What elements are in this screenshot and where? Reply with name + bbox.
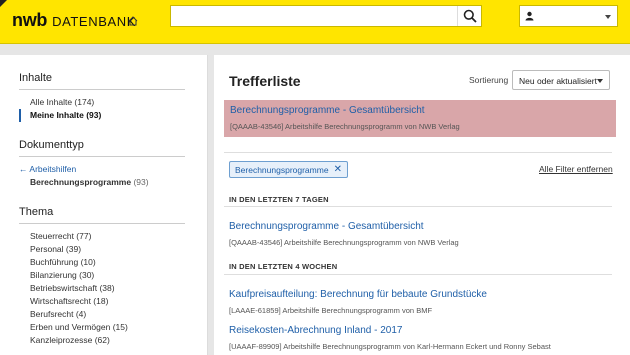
search-box	[170, 5, 482, 27]
result-title-link[interactable]: Reisekosten-Abrechnung Inland - 2017	[229, 325, 609, 336]
result-title-link[interactable]: Berechnungsprogramme - Gesamtübersicht	[229, 221, 609, 232]
search-button[interactable]	[457, 6, 481, 26]
divider	[224, 206, 612, 207]
chevron-down-icon	[597, 79, 603, 83]
search-input[interactable]	[171, 6, 457, 26]
list-item: Berechnungsprogramme - Gesamtübersicht […	[229, 221, 609, 247]
result-meta: [UAAAF-89909] Arbeitshilfe Berechnungspr…	[229, 342, 551, 351]
result-meta: [LAAAE-61859] Arbeitshilfe Berechnungspr…	[229, 306, 433, 315]
logo-main-text: nwb	[12, 10, 48, 30]
user-menu-button[interactable]	[519, 5, 618, 27]
thema-section: Thema Steuerrecht (77) Personal (39) Buc…	[0, 189, 207, 347]
list-item: Kaufpreisaufteilung: Berechnung für beba…	[229, 289, 609, 315]
dokumenttyp-list: ← Arbeitshilfen Berechnungsprogramme (93…	[19, 157, 195, 189]
list-item: Reisekosten-Abrechnung Inland - 2017 [UA…	[229, 325, 609, 351]
filter-sidebar: Inhalte Alle Inhalte (174) Meine Inhalte…	[0, 55, 208, 355]
thema-title: Thema	[19, 189, 185, 224]
results-panel: Trefferliste Sortierung Neu oder aktuali…	[214, 55, 630, 355]
section-heading: IN DEN LETZTEN 4 WOCHEN	[229, 262, 338, 271]
sidebar-item-thema[interactable]: Betriebswirtschaft (38)	[19, 282, 195, 295]
clear-filters-link[interactable]: Alle Filter entfernen	[539, 164, 613, 174]
result-title-link[interactable]: Berechnungsprogramme - Gesamtübersicht	[230, 105, 610, 116]
sidebar-item-thema[interactable]: Berufsrecht (4)	[19, 308, 195, 321]
featured-result: Berechnungsprogramme - Gesamtübersicht […	[224, 100, 616, 137]
sort-value: Neu oder aktualisiert	[519, 76, 597, 86]
dokumenttyp-title: Dokumenttyp	[19, 122, 185, 157]
sidebar-item-thema[interactable]: Wirtschaftsrecht (18)	[19, 295, 195, 308]
logo[interactable]: nwb DATENBANK	[12, 10, 136, 31]
search-icon	[463, 9, 477, 23]
divider	[224, 274, 612, 275]
sidebar-item-meine-inhalte[interactable]: Meine Inhalte (93)	[19, 109, 195, 122]
result-title-link[interactable]: Kaufpreisaufteilung: Berechnung für beba…	[229, 289, 609, 300]
divider	[224, 152, 612, 153]
sidebar-item-thema[interactable]: Personal (39)	[19, 243, 195, 256]
close-icon[interactable]: ✕	[334, 164, 342, 175]
chevron-down-icon	[605, 15, 611, 19]
sidebar-item-thema[interactable]: Buchführung (10)	[19, 256, 195, 269]
result-meta: [QAAAB-43546] Arbeitshilfe Berechnungspr…	[230, 122, 460, 131]
inhalte-title: Inhalte	[19, 55, 185, 90]
sidebar-item-thema[interactable]: Steuerrecht (77)	[19, 230, 195, 243]
sidebar-item-thema[interactable]: Kanzleiprozesse (62)	[19, 334, 195, 347]
corner-mark	[0, 0, 7, 7]
logo-sub-text: DATENBANK	[52, 14, 136, 29]
filter-chip-label: Berechnungsprogramme	[235, 164, 329, 175]
sidebar-item-arbeitshilfen[interactable]: ← Arbeitshilfen	[19, 163, 195, 176]
top-bar: nwb DATENBANK	[0, 0, 630, 44]
sidebar-item-thema[interactable]: Bilanzierung (30)	[19, 269, 195, 282]
inhalte-section: Inhalte Alle Inhalte (174) Meine Inhalte…	[0, 55, 207, 122]
sidebar-item-berechnungsprogramme[interactable]: Berechnungsprogramme (93)	[19, 176, 195, 189]
thema-list: Steuerrecht (77) Personal (39) Buchführu…	[19, 224, 195, 347]
section-heading: IN DEN LETZTEN 7 TAGEN	[229, 195, 329, 204]
sort-label: Sortierung	[469, 75, 509, 85]
doctype-name: Berechnungsprogramme	[30, 177, 132, 187]
sort-select[interactable]: Neu oder aktualisiert	[512, 70, 610, 90]
doctype-count: (93)	[133, 177, 149, 187]
sidebar-item-alle-inhalte[interactable]: Alle Inhalte (174)	[19, 96, 195, 109]
active-filter-chip: Berechnungsprogramme ✕	[229, 161, 348, 178]
inhalte-list: Alle Inhalte (174) Meine Inhalte (93)	[19, 90, 195, 122]
sidebar-item-thema[interactable]: Erben und Vermögen (15)	[19, 321, 195, 334]
result-meta: [QAAAB-43546] Arbeitshilfe Berechnungspr…	[229, 238, 459, 247]
home-icon[interactable]	[128, 16, 138, 26]
back-arrow-icon: ←	[19, 164, 30, 174]
page-title: Trefferliste	[229, 73, 301, 89]
user-icon	[525, 11, 534, 21]
dokumenttyp-section: Dokumenttyp ← Arbeitshilfen Berechnungsp…	[0, 122, 207, 189]
back-label: Arbeitshilfen	[29, 164, 77, 174]
